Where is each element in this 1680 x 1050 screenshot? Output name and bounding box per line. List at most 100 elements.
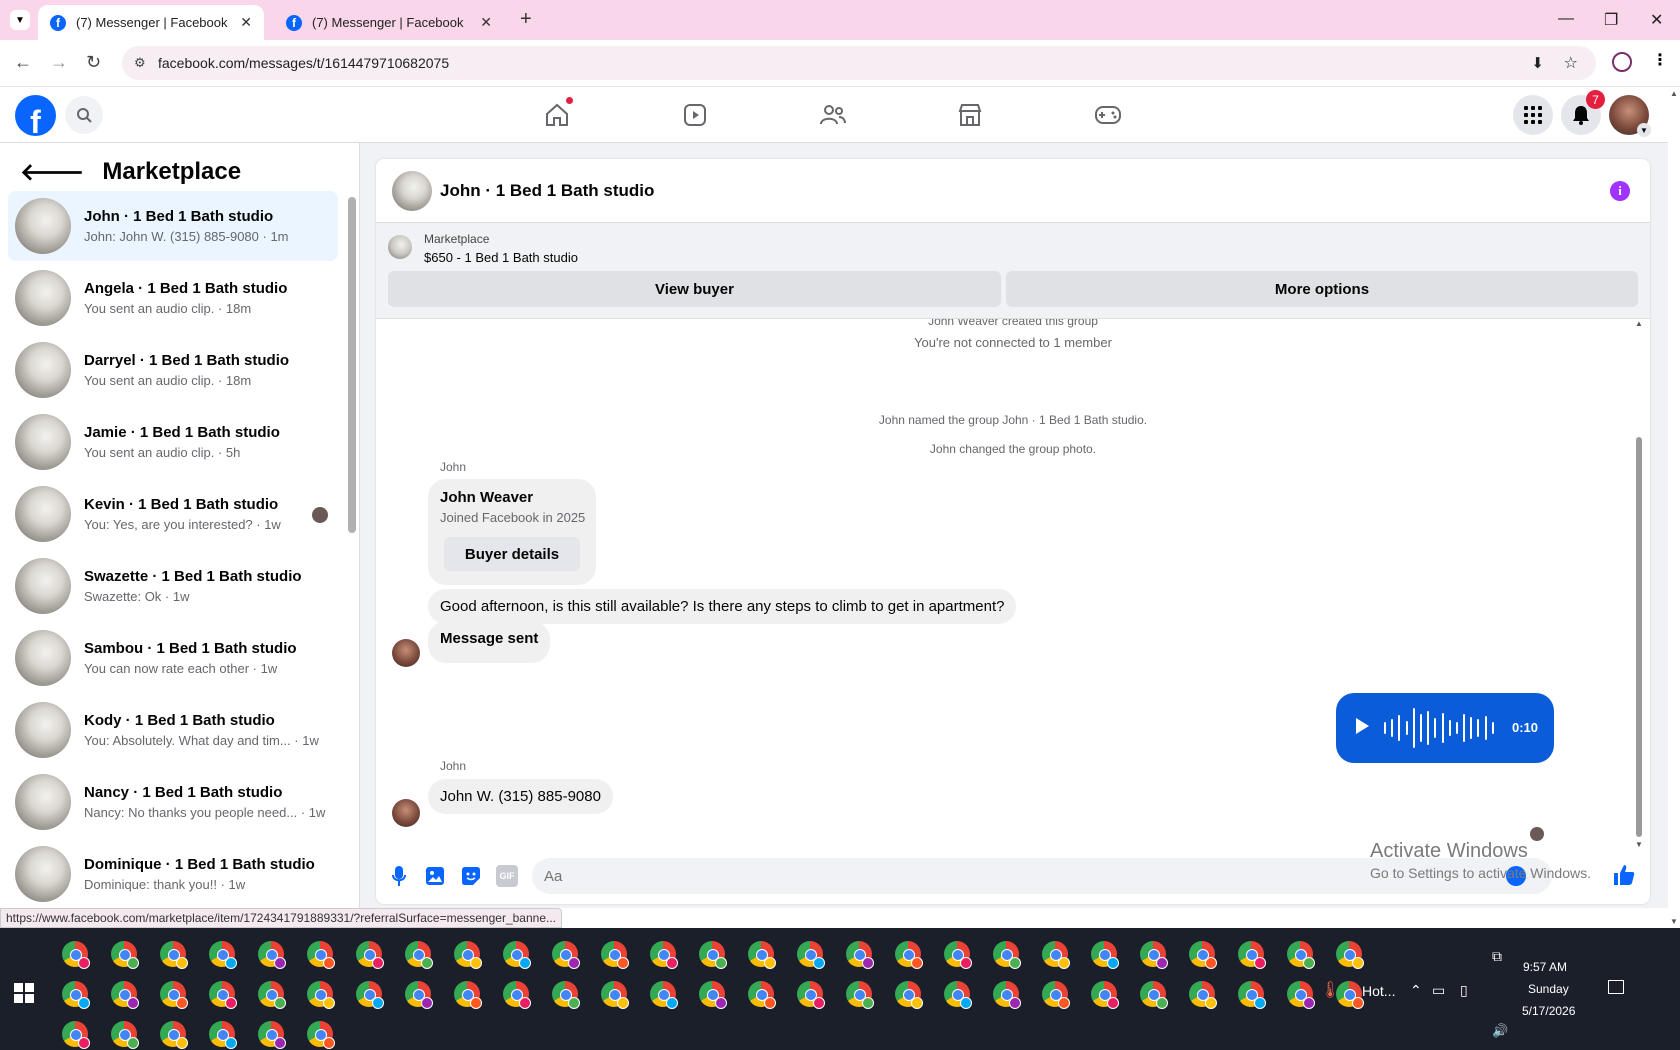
taskbar-chrome-icon[interactable]	[62, 941, 90, 969]
conversation-item[interactable]: Swazette · 1 Bed 1 Bath studio Swazette: …	[8, 551, 338, 621]
friends-icon[interactable]	[815, 99, 851, 131]
chat-scrollbar[interactable]: ▲ ▼	[1634, 319, 1644, 849]
page-scrollbar[interactable]: ▲ ▼	[1668, 87, 1680, 928]
taskbar-chrome-icon[interactable]	[405, 981, 433, 1009]
conversation-item[interactable]: John · 1 Bed 1 Bath studio John: John W. …	[8, 191, 338, 261]
message-bubble[interactable]: Message sent	[428, 621, 551, 663]
taskbar-chrome-icon[interactable]	[552, 941, 580, 969]
browser-menu-icon[interactable]: ⋮	[1652, 50, 1668, 70]
marketplace-icon[interactable]	[952, 99, 988, 131]
taskbar-chrome-icon[interactable]	[552, 981, 580, 1009]
chat-scrollbar-thumb[interactable]	[1636, 437, 1642, 837]
taskbar-chrome-icon[interactable]	[601, 941, 629, 969]
taskbar-chrome-icon[interactable]	[1091, 941, 1119, 969]
facebook-logo-icon[interactable]: f	[15, 95, 56, 136]
sidebar-scrollbar-thumb[interactable]	[348, 197, 356, 533]
taskbar-chrome-icon[interactable]	[1238, 981, 1266, 1009]
conversation-item[interactable]: Nancy · 1 Bed 1 Bath studio Nancy: No tha…	[8, 767, 338, 837]
taskbar-chrome-icon[interactable]	[650, 981, 678, 1009]
clock-date[interactable]: 5/17/2026	[1522, 1004, 1575, 1018]
chat-avatar[interactable]	[392, 171, 432, 211]
windows-start-icon[interactable]	[14, 983, 34, 1003]
taskbar-chrome-icon[interactable]	[993, 981, 1021, 1009]
taskbar-chrome-icon[interactable]	[944, 981, 972, 1009]
search-icon[interactable]	[65, 96, 103, 134]
conversation-item[interactable]: Kevin · 1 Bed 1 Bath studio You: Yes, are…	[8, 479, 338, 549]
taskbar-chrome-icon[interactable]	[846, 941, 874, 969]
taskbar-chrome-icon[interactable]	[601, 981, 629, 1009]
network-icon[interactable]: ▭	[1432, 982, 1445, 999]
taskbar-chrome-icon[interactable]	[258, 941, 286, 969]
taskbar-chrome-icon[interactable]	[1042, 981, 1070, 1009]
message-bubble[interactable]: Good afternoon, is this still available?…	[428, 589, 1017, 624]
view-buyer-button[interactable]: View buyer	[388, 271, 1001, 307]
close-tab-icon[interactable]: ✕	[480, 14, 492, 31]
taskbar-chrome-icon[interactable]	[307, 1021, 335, 1049]
more-options-button[interactable]: More options	[1006, 271, 1638, 307]
bookmark-star-icon[interactable]: ☆	[1564, 53, 1578, 73]
clock-time[interactable]: 9:57 AM	[1523, 960, 1567, 974]
taskbar-chrome-icon[interactable]	[1189, 941, 1217, 969]
notification-center-icon[interactable]	[1608, 980, 1624, 994]
conversation-item[interactable]: Angela · 1 Bed 1 Bath studio You sent an …	[8, 263, 338, 333]
play-icon[interactable]	[1356, 718, 1369, 734]
close-window-icon[interactable]: ✕	[1650, 10, 1663, 30]
taskbar-chrome-icon[interactable]	[1287, 941, 1315, 969]
taskbar-chrome-icon[interactable]	[160, 941, 188, 969]
minimize-icon[interactable]: —	[1558, 10, 1574, 28]
conversation-item[interactable]: Darryel · 1 Bed 1 Bath studio You sent an…	[8, 335, 338, 405]
photo-icon[interactable]	[424, 865, 446, 887]
taskbar-chrome-icon[interactable]	[1091, 981, 1119, 1009]
taskbar-chrome-icon[interactable]	[160, 1021, 188, 1049]
taskbar-chrome-icon[interactable]	[895, 981, 923, 1009]
meet-now-icon[interactable]: ⧉	[1492, 948, 1502, 965]
weather-text[interactable]: Hot...	[1362, 983, 1395, 999]
gif-icon[interactable]: GIF	[496, 865, 518, 887]
taskbar-chrome-icon[interactable]	[209, 981, 237, 1009]
taskbar-chrome-icon[interactable]	[846, 981, 874, 1009]
reload-icon[interactable]: ↻	[86, 52, 101, 73]
taskbar-chrome-icon[interactable]	[1238, 941, 1266, 969]
taskbar-chrome-icon[interactable]	[748, 981, 776, 1009]
taskbar-chrome-icon[interactable]	[993, 941, 1021, 969]
gaming-icon[interactable]	[1090, 99, 1126, 131]
taskbar-chrome-icon[interactable]	[111, 981, 139, 1009]
taskbar-chrome-icon[interactable]	[454, 941, 482, 969]
menu-grid-icon[interactable]	[1513, 95, 1553, 135]
video-icon[interactable]	[677, 99, 713, 131]
chat-title[interactable]: John · 1 Bed 1 Bath studio	[440, 181, 654, 201]
scroll-up-arrow-icon[interactable]: ▲	[1635, 319, 1643, 328]
message-bubble[interactable]: John W. (315) 885-9080	[428, 779, 613, 814]
conversation-item[interactable]: Sambou · 1 Bed 1 Bath studio You can now …	[8, 623, 338, 693]
site-info-icon[interactable]: ⚙	[134, 55, 146, 71]
microphone-icon[interactable]	[388, 865, 410, 887]
taskbar-chrome-icon[interactable]	[62, 1021, 90, 1049]
clock-day[interactable]: Sunday	[1528, 982, 1569, 996]
marketplace-banner[interactable]: Marketplace $650 - 1 Bed 1 Bath studio V…	[376, 223, 1650, 319]
taskbar-chrome-icon[interactable]	[944, 941, 972, 969]
conversation-item[interactable]: Kody · 1 Bed 1 Bath studio You: Absolutel…	[8, 695, 338, 765]
profile-icon[interactable]	[1612, 52, 1632, 72]
taskbar-chrome-icon[interactable]	[258, 1021, 286, 1049]
close-tab-icon[interactable]: ✕	[240, 14, 252, 31]
taskbar-chrome-icon[interactable]	[503, 981, 531, 1009]
page-scroll-down-icon[interactable]: ▼	[1670, 917, 1678, 926]
taskbar-chrome-icon[interactable]	[699, 981, 727, 1009]
taskbar-chrome-icon[interactable]	[895, 941, 923, 969]
install-icon[interactable]: ⬇	[1531, 54, 1544, 72]
taskbar-chrome-icon[interactable]	[405, 941, 433, 969]
taskbar-chrome-icon[interactable]	[209, 941, 237, 969]
new-tab-icon[interactable]: +	[520, 8, 532, 31]
audio-clip-message[interactable]: 0:10	[1336, 693, 1554, 763]
taskbar-chrome-icon[interactable]	[62, 981, 90, 1009]
taskbar-chrome-icon[interactable]	[1287, 981, 1315, 1009]
taskbar-chrome-icon[interactable]	[307, 941, 335, 969]
taskbar-chrome-icon[interactable]	[160, 981, 188, 1009]
tab-search-chevron-icon[interactable]: ▼	[10, 10, 30, 30]
page-scroll-up-icon[interactable]: ▲	[1670, 89, 1678, 98]
conversation-item[interactable]: Dominique · 1 Bed 1 Bath studio Dominique…	[8, 839, 338, 908]
scroll-down-arrow-icon[interactable]: ▼	[1635, 840, 1643, 849]
account-avatar[interactable]: ▼	[1609, 95, 1651, 137]
taskbar-chrome-icon[interactable]	[699, 941, 727, 969]
taskbar-chrome-icon[interactable]	[748, 941, 776, 969]
